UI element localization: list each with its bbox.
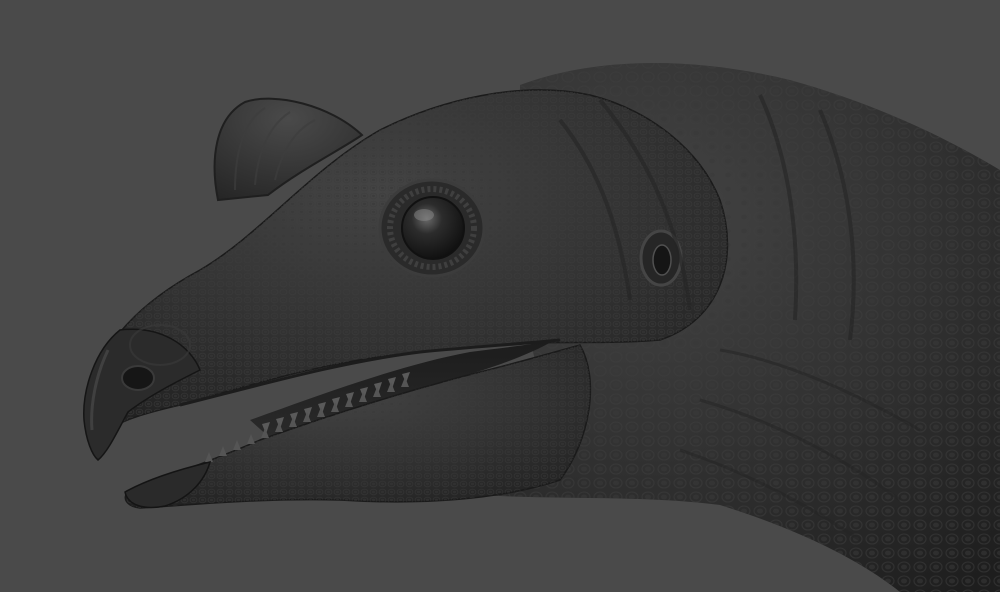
ear-opening-inner bbox=[652, 244, 672, 276]
eye-highlight bbox=[414, 209, 434, 221]
eye bbox=[401, 196, 465, 260]
dinosaur-head-render bbox=[83, 62, 1000, 592]
nostril bbox=[121, 365, 155, 391]
render-viewport bbox=[0, 0, 1000, 592]
